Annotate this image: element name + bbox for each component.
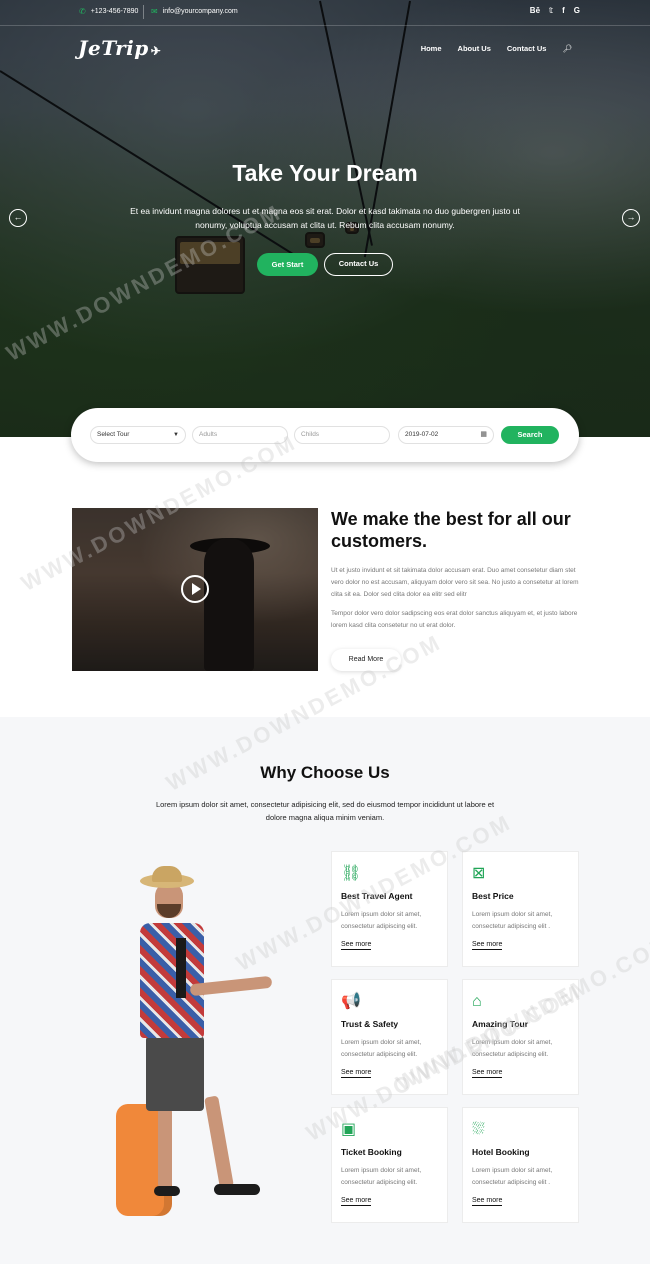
phone-contact[interactable]: ✆ +123-456-7890 [79,7,138,16]
megaphone-icon: 📢 [341,993,361,1010]
slider-next-button[interactable]: → [622,209,640,227]
hero-section: ✆ +123-456-7890 ✉ info@yourcompany.com B… [0,0,650,437]
email-contact[interactable]: ✉ info@yourcompany.com [151,7,238,16]
see-more-link[interactable]: See more [472,941,503,950]
see-more-link[interactable]: See more [341,941,372,950]
bed-icon: ⛆ [472,1121,485,1138]
tour-select[interactable]: Select Tour ▼ [90,426,186,444]
plane-icon: ✈ [150,44,162,58]
card-title: Best Travel Agent [341,891,413,901]
main-nav: Home About Us Contact Us 🔎︎ [421,44,572,53]
feature-card-trust-safety: 📢 Trust & Safety Lorem ipsum dolor sit a… [331,979,448,1095]
card-title: Best Price [472,891,514,901]
topbar: ✆ +123-456-7890 ✉ info@yourcompany.com B… [0,0,650,26]
card-title: Trust & Safety [341,1019,399,1029]
hero-title: Take Your Dream [232,160,418,186]
about-paragraph-2: Tempor dolor vero dolor sadipscing eos e… [331,610,578,629]
why-subtitle: Lorem ipsum dolor sit amet, consectetur … [155,800,495,822]
ticket-icon: ▣ [341,1121,357,1138]
see-more-link[interactable]: See more [472,1069,503,1078]
nav-about[interactable]: About Us [458,44,491,53]
date-value: 2019-07-02 [405,431,439,438]
adults-input[interactable]: Adults [192,426,288,444]
page: ✆ +123-456-7890 ✉ info@yourcompany.com B… [0,0,650,1264]
shoe [154,1186,180,1196]
feature-card-amazing-tour: ⌂ Amazing Tour Lorem ipsum dolor sit ame… [462,979,579,1095]
see-more-link[interactable]: See more [341,1069,372,1078]
search-icon[interactable]: 🔎︎ [562,44,572,53]
mail-icon: ✉ [151,7,158,16]
phone-icon: ✆ [79,7,86,16]
leg [158,1108,172,1188]
feature-card-travel-agent: ⛓ Best Travel Agent Lorem ipsum dolor si… [331,851,448,967]
calendar-icon: ▦ [480,431,487,438]
topbar-divider [143,5,144,19]
google-icon[interactable]: G [574,6,580,15]
card-title: Ticket Booking [341,1147,402,1157]
behance-icon[interactable]: Bē [530,6,540,15]
see-more-link[interactable]: See more [341,1197,372,1206]
about-paragraph-1: Ut et justo invidunt et sit takimata dol… [331,567,579,598]
social-links: Bē 𝕥 f G [530,6,580,15]
phone-text: +123-456-7890 [90,8,139,15]
card-text: Lorem ipsum dolor sit amet, consectetur … [341,1039,422,1058]
facebook-icon[interactable]: f [562,6,565,15]
twitter-icon[interactable]: 𝕥 [549,6,553,15]
shorts [146,1036,204,1111]
card-title: Amazing Tour [472,1019,529,1029]
backpack-strap [176,938,186,998]
route-icon: ⛓ [341,865,362,882]
shoe [214,1184,260,1195]
card-text: Lorem ipsum dolor sit amet, consectetur … [472,1167,553,1186]
read-more-button[interactable]: Read More [331,649,401,671]
card-text: Lorem ipsum dolor sit amet, consectetur … [472,911,553,930]
logo-text: JeTrip [78,36,149,60]
why-title: Why Choose Us [260,763,390,782]
card-title: Hotel Booking [472,1147,530,1157]
hero-text: Et ea invidunt magna dolores ut et magna… [130,206,520,230]
site-logo[interactable]: JeTrip ✈ [78,36,161,60]
leg [204,1095,234,1189]
video-thumbnail[interactable] [72,508,318,671]
nav-home[interactable]: Home [421,44,442,53]
contact-us-button[interactable]: Contact Us [324,253,393,276]
get-start-button[interactable]: Get Start [257,253,318,276]
tour-select-value: Select Tour [97,431,130,438]
tour-search-bar: Select Tour ▼ Adults Childs 2019-07-02 ▦… [71,408,579,462]
traveler-image [110,866,280,1228]
tag-icon: ⊠ [472,865,486,882]
card-text: Lorem ipsum dolor sit amet, consectetur … [341,1167,422,1186]
feature-card-best-price: ⊠ Best Price Lorem ipsum dolor sit amet,… [462,851,579,967]
play-icon[interactable] [181,575,209,603]
date-input[interactable]: 2019-07-02 ▦ [398,426,494,444]
shirt [140,923,204,1038]
see-more-link[interactable]: See more [472,1197,503,1206]
feature-card-ticket-booking: ▣ Ticket Booking Lorem ipsum dolor sit a… [331,1107,448,1223]
feature-card-hotel-booking: ⛆ Hotel Booking Lorem ipsum dolor sit am… [462,1107,579,1223]
card-text: Lorem ipsum dolor sit amet, consectetur … [472,1039,553,1058]
chevron-down-icon: ▼ [173,432,179,438]
card-text: Lorem ipsum dolor sit amet, consectetur … [341,911,422,930]
search-button[interactable]: Search [501,426,559,444]
slider-prev-button[interactable]: ← [9,209,27,227]
childs-input[interactable]: Childs [294,426,390,444]
hat-crown [152,866,182,882]
about-title: We make the best for all our customers. [331,509,571,551]
email-text: info@yourcompany.com [162,8,238,15]
home-icon: ⌂ [472,993,482,1010]
nav-contact[interactable]: Contact Us [507,44,547,53]
